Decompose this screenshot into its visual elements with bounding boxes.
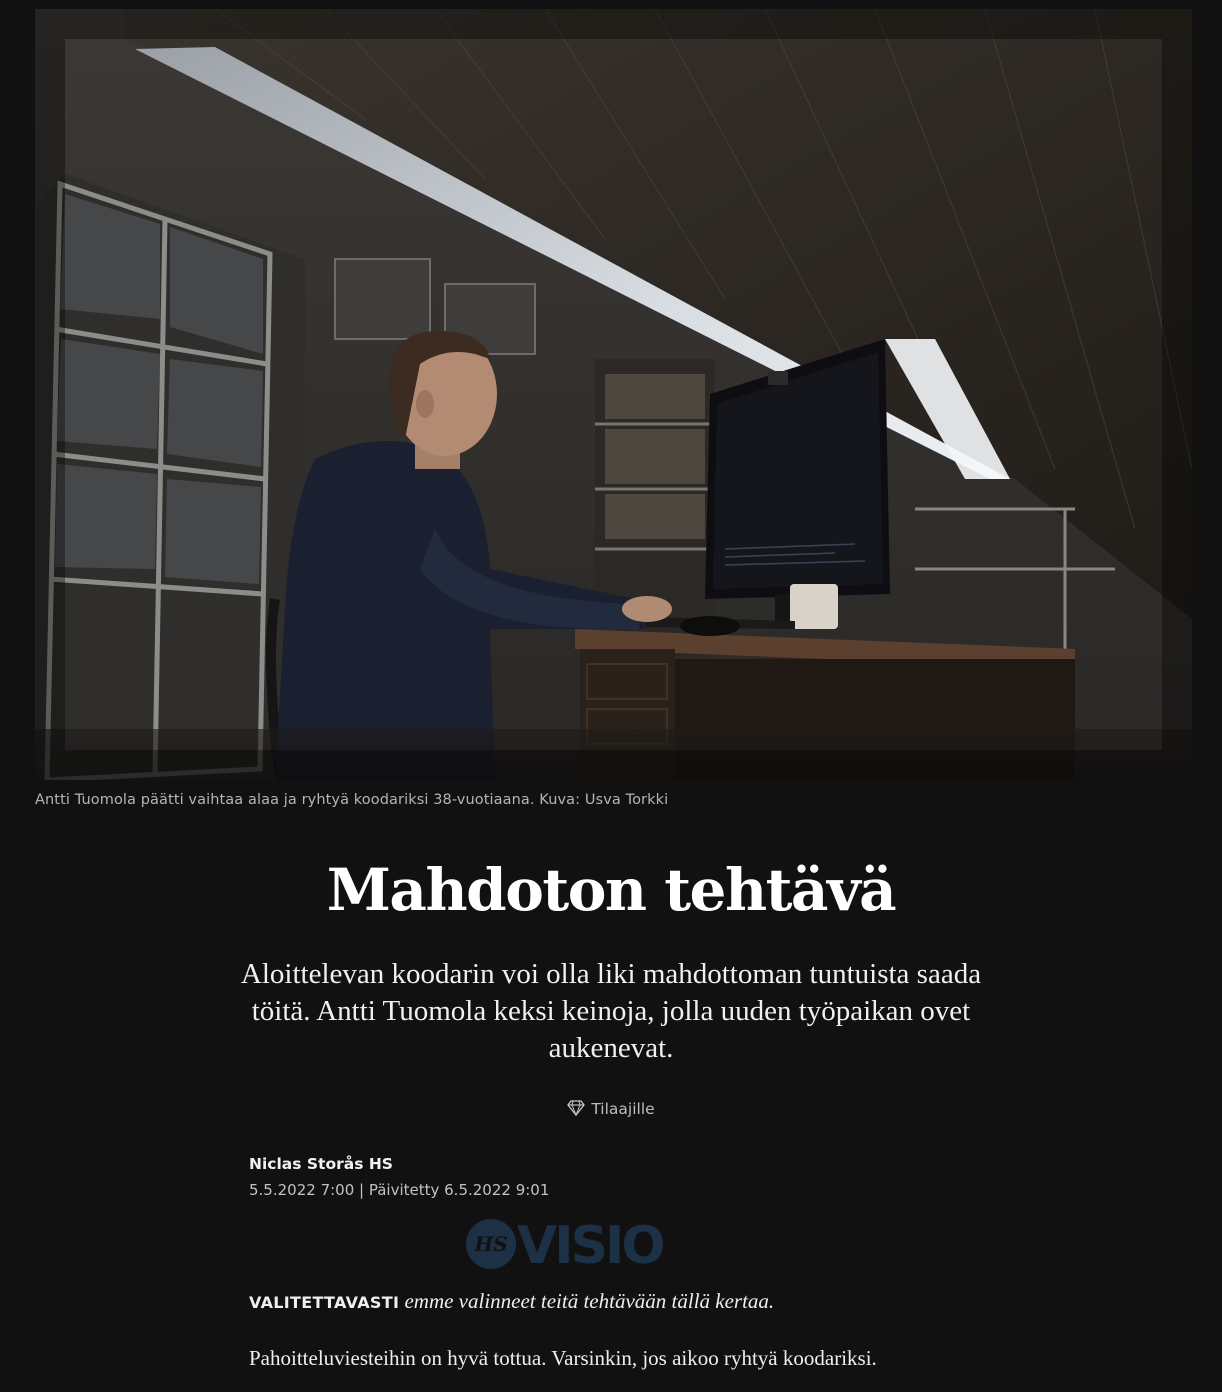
article-paragraph-2: Pahoitteluviesteihin on hyvä tottua. Var… — [249, 1346, 877, 1370]
article-lede: Aloittelevan koodarin voi olla liki mahd… — [240, 958, 982, 1064]
article-title: Mahdoton tehtävä — [326, 856, 897, 924]
paragraph-text: emme valinneet teitä tehtävään tällä ker… — [399, 1289, 775, 1313]
hero-photo-illustration — [35, 9, 1192, 780]
article-paragraph-1: VALITETTAVASTI emme valinneet teitä teht… — [249, 1289, 1009, 1314]
hero-image — [35, 9, 1192, 780]
byline: Niclas Storås HS 5.5.2022 7:00 | Päivite… — [249, 1155, 549, 1199]
visio-logo-text: VISIO — [517, 1216, 663, 1272]
photo-caption: Antti Tuomola päätti vaihtaa alaa ja ryh… — [35, 792, 669, 808]
subscriber-badge: Tilaajille — [0, 1100, 1222, 1120]
author-name[interactable]: Niclas Storås HS — [249, 1155, 549, 1173]
diamond-icon — [567, 1100, 586, 1120]
visio-section-logo[interactable]: HS VISIO — [465, 1216, 760, 1272]
paragraph-lead-caps: VALITETTAVASTI — [249, 1293, 400, 1312]
visio-logo-prefix: HS — [473, 1232, 507, 1256]
publish-dates: 5.5.2022 7:00 | Päivitetty 6.5.2022 9:01 — [249, 1181, 550, 1199]
subscriber-label: Tilaajille — [591, 1100, 655, 1118]
